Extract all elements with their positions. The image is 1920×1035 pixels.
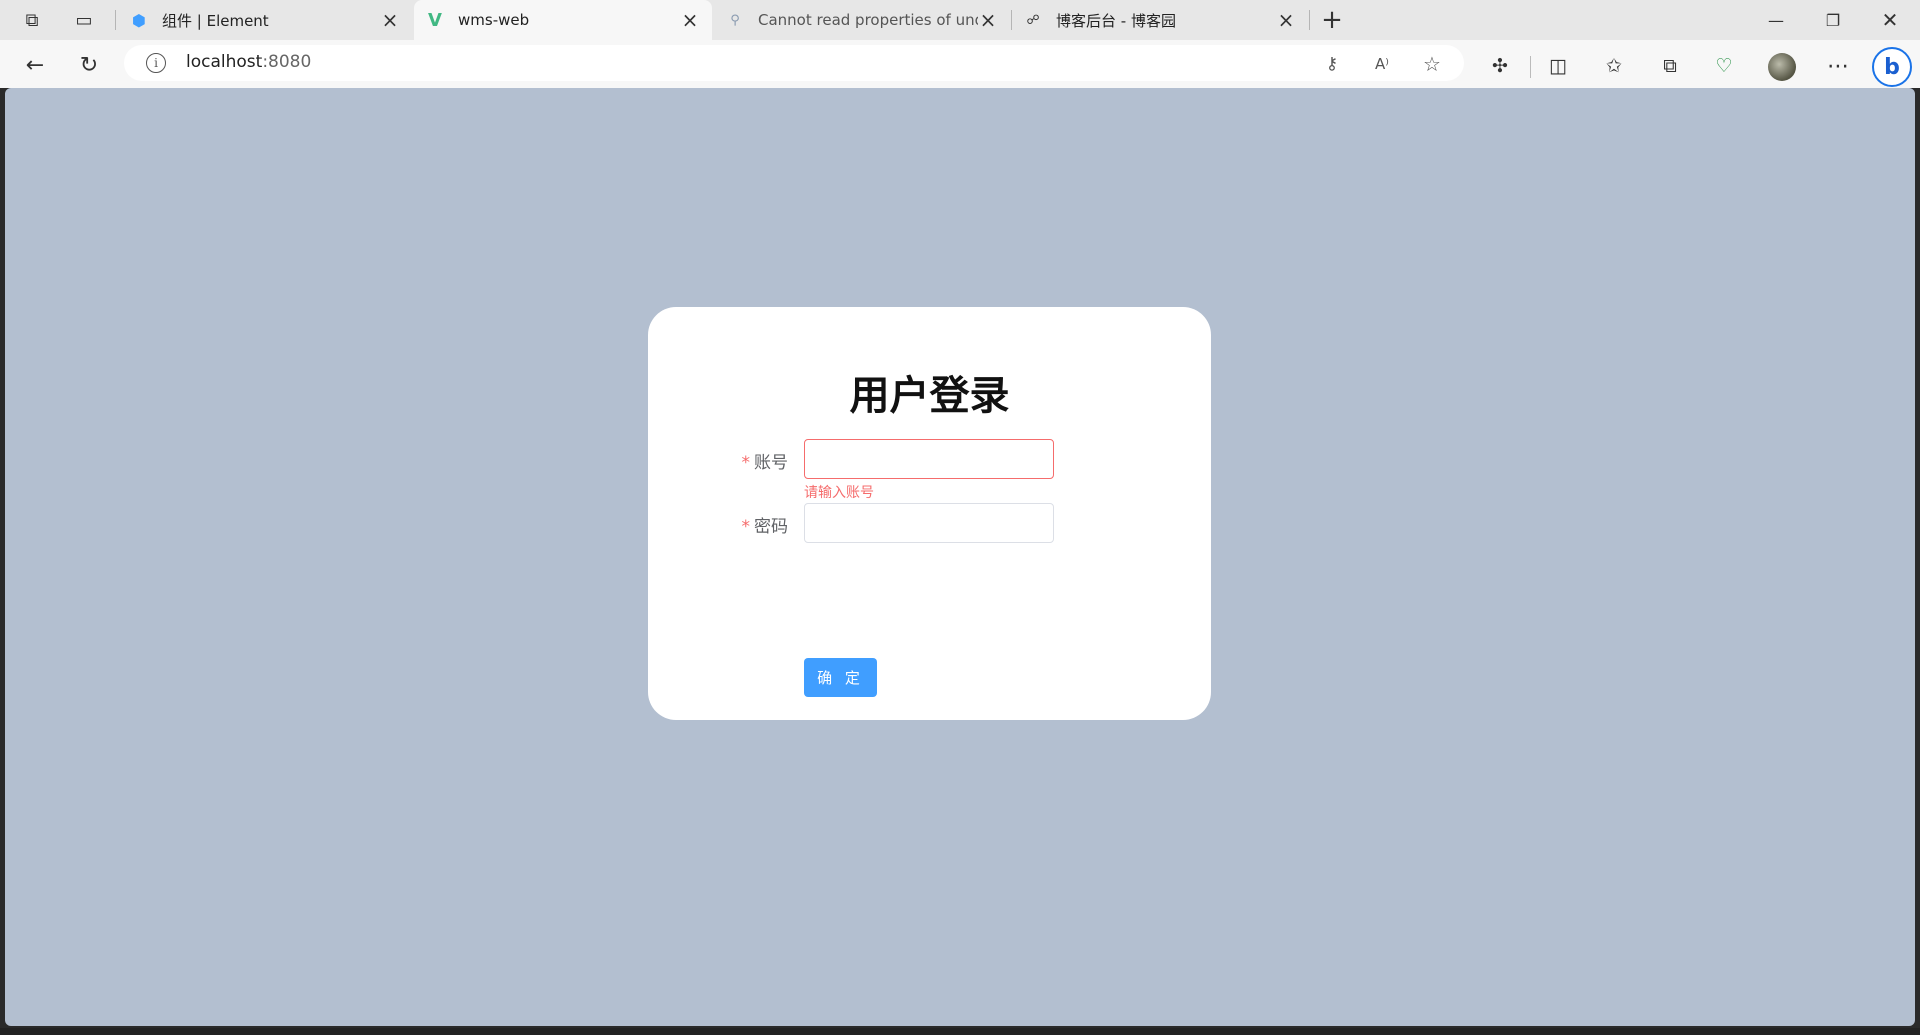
- browser-toolbar: ← ↻ i localhost:8080 ⚷ A⁾ ☆ ✣ ◫ ✩ ⧉ ♡ ⋯ …: [0, 40, 1920, 88]
- password-label: * 密码: [698, 512, 789, 537]
- restore-icon[interactable]: ❐: [1805, 0, 1861, 40]
- password-label-text: 密码: [754, 517, 788, 537]
- url-host: localhost: [186, 52, 263, 72]
- new-tab-icon[interactable]: +: [1316, 5, 1348, 35]
- favorites-icon[interactable]: ✩: [1600, 52, 1628, 80]
- browser-chrome: ⧉ ▭ ⬢ 组件 | Element × V wms-web × ⚲ Canno…: [0, 0, 1920, 88]
- tab-cnblogs[interactable]: ☍ 博客后台 - 博客园 ×: [1012, 0, 1308, 40]
- close-icon[interactable]: ×: [380, 8, 400, 32]
- password-input[interactable]: [804, 503, 1054, 543]
- tab-strip: ⧉ ▭ ⬢ 组件 | Element × V wms-web × ⚲ Canno…: [0, 0, 1920, 40]
- read-aloud-icon[interactable]: A⁾: [1370, 52, 1394, 76]
- tab-label: 组件 | Element: [162, 11, 269, 30]
- address-bar[interactable]: i localhost:8080 ⚷ A⁾ ☆: [124, 45, 1464, 81]
- address-url[interactable]: localhost:8080: [186, 52, 311, 72]
- window-close-icon[interactable]: ✕: [1862, 0, 1918, 40]
- more-icon[interactable]: ⋯: [1824, 52, 1852, 80]
- page-viewport: 用户登录 * 账号 请输入账号 * 密码 确 定: [5, 88, 1915, 1026]
- tab-label: Cannot read properties of undefi: [758, 11, 978, 29]
- minimize-icon[interactable]: —: [1748, 0, 1804, 40]
- workspaces-icon[interactable]: ⧉: [16, 6, 48, 34]
- favorite-star-icon[interactable]: ☆: [1420, 52, 1444, 76]
- confirm-button[interactable]: 确 定: [804, 658, 877, 697]
- vue-icon: V: [428, 9, 442, 31]
- search-icon: ⚲: [730, 12, 740, 28]
- tab-wms-web[interactable]: V wms-web ×: [414, 0, 712, 40]
- refresh-icon[interactable]: ↻: [72, 48, 106, 82]
- tab-error-search[interactable]: ⚲ Cannot read properties of undefi ×: [714, 0, 1010, 40]
- tab-label: wms-web: [458, 11, 530, 29]
- url-port: :8080: [262, 52, 312, 72]
- required-mark: *: [741, 517, 751, 537]
- element-ui-icon: ⬢: [132, 10, 146, 30]
- tab-separator: [115, 10, 116, 30]
- login-card: 用户登录 * 账号 请输入账号 * 密码 确 定: [648, 307, 1211, 720]
- tab-element[interactable]: ⬢ 组件 | Element ×: [118, 0, 412, 40]
- tab-label: 博客后台 - 博客园: [1056, 11, 1176, 30]
- cnblogs-icon: ☍: [1026, 12, 1040, 28]
- extensions-icon[interactable]: ✣: [1486, 52, 1514, 80]
- browser-essentials-icon[interactable]: ♡: [1710, 52, 1738, 80]
- back-icon[interactable]: ←: [18, 48, 52, 82]
- bing-copilot-icon[interactable]: b: [1872, 47, 1912, 87]
- account-label: * 账号: [698, 448, 789, 473]
- taskbar-edge: [0, 1028, 1920, 1035]
- close-icon[interactable]: ×: [680, 8, 700, 32]
- split-screen-icon[interactable]: ◫: [1544, 52, 1572, 80]
- tab-actions-icon[interactable]: ▭: [68, 6, 100, 34]
- collections-icon[interactable]: ⧉: [1656, 52, 1684, 80]
- key-icon[interactable]: ⚷: [1320, 52, 1344, 76]
- account-label-text: 账号: [754, 453, 788, 473]
- page-title: 用户登录: [849, 373, 1010, 419]
- close-icon[interactable]: ×: [1276, 8, 1296, 32]
- close-icon[interactable]: ×: [978, 8, 998, 32]
- info-icon[interactable]: i: [146, 53, 166, 73]
- account-input[interactable]: [804, 439, 1054, 479]
- required-mark: *: [741, 453, 751, 473]
- tab-separator: [1309, 10, 1310, 30]
- account-error-message: 请输入账号: [804, 485, 874, 501]
- avatar[interactable]: [1768, 53, 1796, 81]
- toolbar-separator: [1530, 56, 1531, 78]
